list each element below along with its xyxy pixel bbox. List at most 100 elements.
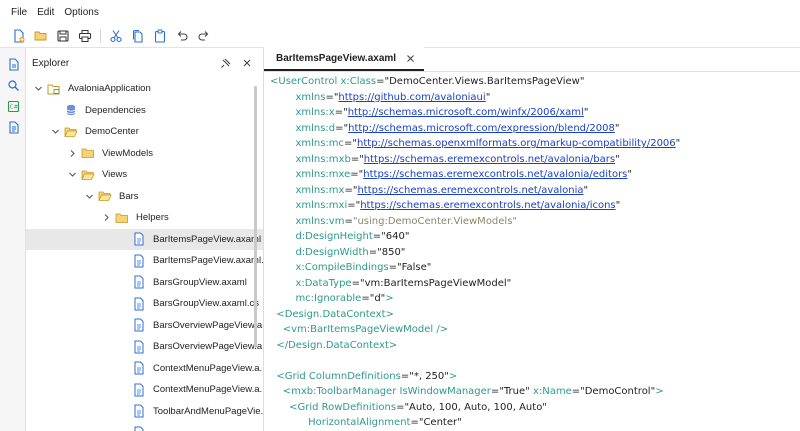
- tree-item[interactable]: BarsOverviewPageView.a...: [26, 315, 263, 337]
- new-file-icon: [14, 28, 25, 43]
- save-button[interactable]: [52, 25, 74, 47]
- code-token: "vm:BarItemsPageViewModel": [359, 277, 512, 289]
- code-link[interactable]: https://schemas.eremexcontrols.net/avalo…: [357, 185, 583, 196]
- code-token: >: [655, 386, 664, 397]
- code-token: x:Name: [532, 386, 572, 397]
- code-token: =: [372, 231, 382, 242]
- code-token: =: [376, 76, 385, 87]
- tree-item-label: Dependencies: [85, 104, 146, 116]
- menu-edit[interactable]: Edit: [32, 7, 59, 18]
- tree-item[interactable]: ToolbarAndMenuPageVie...: [26, 401, 263, 423]
- code-token: ColumnDefinitions: [308, 370, 401, 382]
- paste-button[interactable]: [149, 25, 171, 47]
- tree-item[interactable]: Dependencies: [26, 100, 263, 122]
- chevron-down-icon[interactable]: [64, 167, 80, 183]
- tree-item-label: Helpers: [136, 212, 169, 224]
- code-token: HorizontalAlignment: [308, 417, 411, 428]
- chevron-down-icon[interactable]: [30, 81, 46, 97]
- code-token: "Auto, 100, Auto, 100, Auto": [404, 401, 547, 413]
- toolbar-separator: [100, 28, 101, 43]
- open-folder-button[interactable]: [30, 25, 52, 47]
- pin-button[interactable]: [215, 53, 235, 73]
- code-token: xmlns:mxi: [295, 200, 348, 211]
- code-token: ": [675, 138, 681, 149]
- print-button[interactable]: [74, 25, 96, 47]
- code-link[interactable]: http://schemas.openxmlformats.org/markup…: [357, 138, 676, 149]
- explorer-tree: AvaloniaApplication Dependencies DemoCente…: [26, 78, 263, 431]
- tree-item[interactable]: BarItemsPageView.axaml....: [26, 250, 263, 272]
- chevron-right-icon[interactable]: [64, 145, 80, 161]
- code-line: xmlns:vm="using:DemoCenter.ViewModels": [270, 214, 800, 230]
- paste-icon: [154, 29, 166, 43]
- code-link[interactable]: http://schemas.microsoft.com/expression/…: [348, 123, 615, 134]
- code-token: =": [344, 138, 358, 149]
- code-token: "850": [377, 246, 406, 258]
- tree-item-label: BarsOverviewPageView.a...: [153, 319, 263, 331]
- code-token: =": [347, 200, 361, 211]
- activity-bar: C#: [0, 48, 26, 431]
- code-token: "DemoControl": [580, 386, 656, 397]
- tree-item[interactable]: [26, 422, 263, 431]
- code-token: IsWindowManager: [399, 386, 491, 397]
- folder-open-icon: [80, 167, 96, 183]
- tree-item[interactable]: AvaloniaApplication: [26, 78, 263, 100]
- tree-item[interactable]: Views: [26, 164, 263, 186]
- code-link[interactable]: https://schemas.eremexcontrols.net/avalo…: [360, 200, 615, 211]
- code-link[interactable]: https://github.com/avaloniaui: [338, 92, 485, 103]
- tree-item-label: BarsGroupView.axaml: [153, 276, 247, 288]
- editor-tab-bar: BarItemsPageView.axaml: [264, 47, 800, 72]
- database-icon: [63, 102, 79, 118]
- code-token: "DemoCenter.Views.BarItemsPageView": [384, 76, 585, 87]
- tree-item[interactable]: Helpers: [26, 207, 263, 229]
- cut-button[interactable]: [105, 25, 127, 47]
- menu-file[interactable]: File: [6, 7, 32, 18]
- code-link[interactable]: https://schemas.eremexcontrols.net/avalo…: [363, 169, 627, 180]
- copy-button[interactable]: [127, 25, 149, 47]
- code-file-tool-button[interactable]: C#: [0, 96, 26, 117]
- undo-button[interactable]: [171, 25, 193, 47]
- tab-bar-items-page-view[interactable]: BarItemsPageView.axaml: [264, 47, 425, 71]
- close-panel-button[interactable]: [237, 53, 257, 73]
- explorer-scrollbar[interactable]: [254, 86, 257, 348]
- tree-item[interactable]: BarItemsPageView.axaml: [26, 228, 263, 250]
- code-link[interactable]: https://schemas.eremexcontrols.net/avalo…: [364, 154, 615, 165]
- code-token: =: [571, 386, 581, 397]
- chevron-down-icon[interactable]: [81, 188, 97, 204]
- document-tool-button[interactable]: [0, 117, 26, 138]
- new-file-button[interactable]: [8, 25, 30, 47]
- menu-options[interactable]: Options: [59, 7, 103, 18]
- code-token: =: [400, 370, 410, 382]
- tree-item[interactable]: ContextMenuPageView.a...: [26, 358, 263, 380]
- tree-item[interactable]: BarsGroupView.axaml: [26, 272, 263, 294]
- tree-item[interactable]: BarsOverviewPageView.a...: [26, 336, 263, 358]
- code-token: d:DesignWidth: [295, 246, 369, 258]
- code-line: d:DesignWidth="850": [270, 245, 800, 261]
- chevron-down-icon[interactable]: [47, 124, 63, 140]
- tree-item-label: BarsOverviewPageView.a...: [153, 341, 263, 353]
- tree-item-label: Views: [102, 169, 128, 181]
- code-editor[interactable]: <UserControl x:Class="DemoCenter.Views.B…: [264, 72, 800, 431]
- tree-item[interactable]: ViewModels: [26, 143, 263, 165]
- tab-close-button[interactable]: [404, 52, 416, 64]
- redo-button[interactable]: [193, 25, 215, 47]
- tree-item[interactable]: BarsGroupView.axaml.cs: [26, 293, 263, 315]
- code-token: =: [351, 277, 360, 289]
- tree-item[interactable]: DemoCenter: [26, 121, 263, 143]
- code-token: ": [583, 184, 589, 196]
- code-token: x:Class: [340, 76, 377, 87]
- tree-item[interactable]: Bars: [26, 186, 263, 208]
- tree-item[interactable]: ContextMenuPageView.a...: [26, 379, 263, 401]
- search-tool-button[interactable]: [0, 75, 26, 96]
- editor-area: BarItemsPageView.axaml <UserControl x:Cl…: [264, 47, 800, 431]
- code-link[interactable]: http://schemas.microsoft.com/winfx/2006/…: [348, 107, 584, 118]
- code-token: x:DataType: [295, 277, 352, 289]
- chevron-right-icon[interactable]: [98, 210, 114, 226]
- explorer-tool-button[interactable]: [0, 54, 26, 75]
